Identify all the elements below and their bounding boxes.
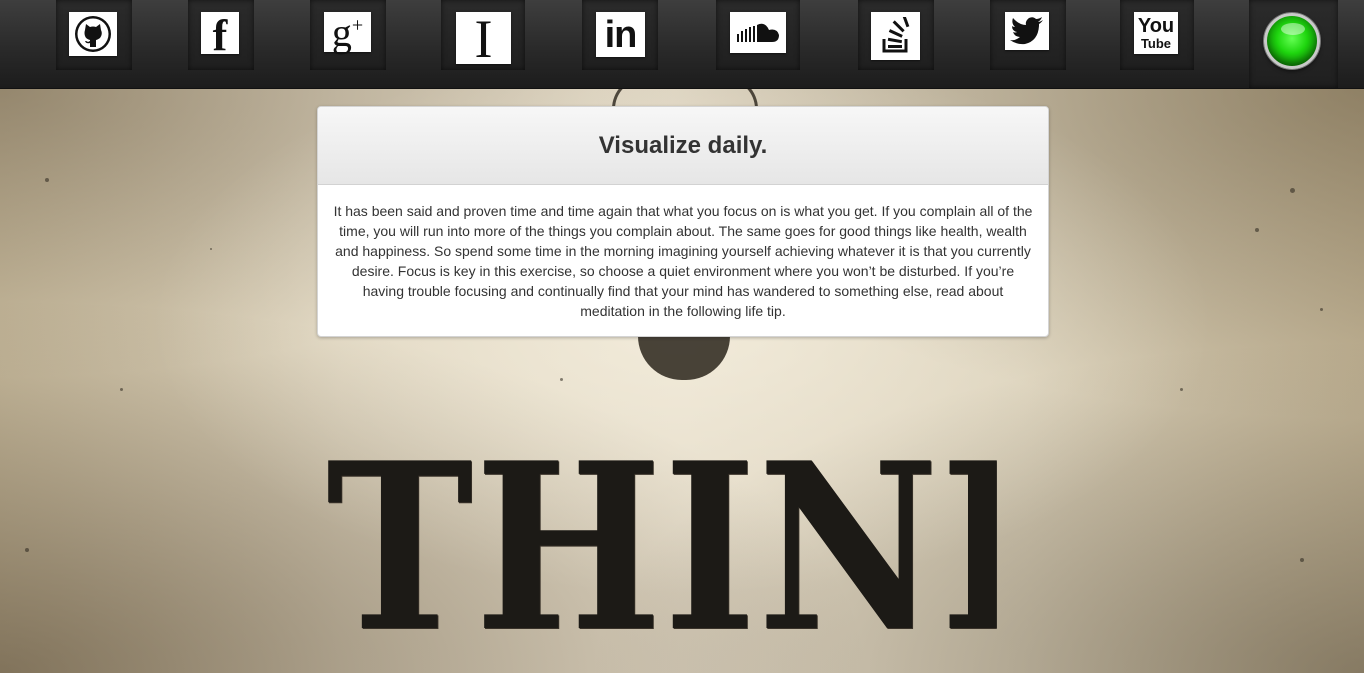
stackoverflow-icon xyxy=(882,17,909,53)
status-light-indicator[interactable] xyxy=(1264,13,1320,69)
tip-card-header: Visualize daily. xyxy=(318,107,1048,185)
instapaper-icon: I xyxy=(474,9,493,69)
tip-card: Visualize daily. It has been said and pr… xyxy=(317,106,1049,337)
poster-ink-blot xyxy=(638,336,730,380)
top-navigation-bar: f g+ I in You Tube xyxy=(0,0,1364,89)
tip-card-title: Visualize daily. xyxy=(598,131,768,159)
twitter-icon xyxy=(1010,17,1043,45)
youtube-icon: You Tube xyxy=(1137,15,1175,51)
github-link[interactable] xyxy=(69,12,117,56)
linkedin-link[interactable]: in xyxy=(596,12,645,57)
google-plus-icon: g+ xyxy=(331,10,364,55)
google-plus-link[interactable]: g+ xyxy=(324,10,371,55)
youtube-link[interactable]: You Tube xyxy=(1134,12,1178,54)
soundcloud-link[interactable] xyxy=(730,12,786,53)
facebook-icon: f xyxy=(212,11,228,60)
github-icon xyxy=(75,16,111,52)
poster-headline: THINK ! xyxy=(326,438,997,658)
soundcloud-icon xyxy=(737,23,779,42)
linkedin-icon: in xyxy=(604,13,638,56)
twitter-link[interactable] xyxy=(1005,12,1049,50)
tip-card-body: It has been said and proven time and tim… xyxy=(333,203,1033,319)
facebook-link[interactable]: f xyxy=(201,12,239,58)
instapaper-link[interactable]: I xyxy=(456,9,511,69)
stackoverflow-link[interactable] xyxy=(871,12,920,60)
